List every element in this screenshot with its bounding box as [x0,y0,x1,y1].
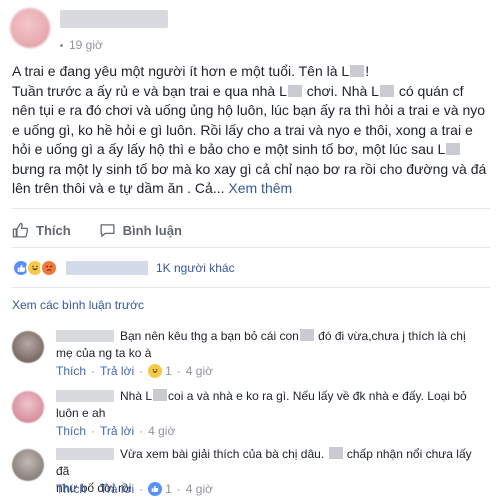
reactor-names-redacted [66,261,148,275]
comment-time[interactable]: 4 giờ [186,482,213,496]
redacted-name [299,329,314,341]
divider-bottom [12,287,490,288]
view-previous-comments-link[interactable]: Xem các bình luận trước [12,298,144,312]
post-line-6: bưng ra một ly sinh tố bơ mà ko xay gì c… [12,160,487,177]
post-line-7: lên trên thôi và e tự dầm ăn . Cả... Xem… [12,180,293,196]
comment-like-button[interactable]: Thích [56,482,86,496]
post-actions: Thích Bình luận [12,216,210,244]
author-name-redacted[interactable] [60,10,168,28]
comment-like-button[interactable]: Thích [56,424,86,438]
redacted-name [287,84,302,97]
comment-reply-button[interactable]: Trả lời [100,482,134,496]
comment-meta: Thích · Trả lời · 4 giờ [56,424,176,438]
like-reaction-icon [148,482,163,496]
post-time-text: 19 giờ [69,38,103,52]
comment-button[interactable]: Bình luận [99,222,182,239]
author-avatar[interactable] [10,8,50,48]
post-time[interactable]: 19 giờ [60,38,103,52]
reactions-summary[interactable]: 1K người khác [12,257,235,279]
like-button[interactable]: Thích [12,222,71,239]
comment-text: Bạn nên kêu thg a bạn bỏ cái con đó đi v… [56,329,466,360]
like-label: Thích [36,222,71,238]
comment-reaction-count[interactable]: 1 [165,482,172,496]
post-body: A trai e đang yêu một người ít hơn e một… [12,62,490,199]
commenter-name-redacted[interactable] [56,390,114,402]
divider-top [12,208,490,209]
angry-reaction-icon [40,259,58,277]
thumbs-up-icon [12,222,29,238]
comment: Nhà Lcoi a và nhà e ko ra gì. Nếu lấy về… [12,388,490,440]
comment-time[interactable]: 4 giờ [148,424,175,438]
post-line-5: hỏi e uống gì a ấy lấy hộ thì e bảo cho … [12,140,490,160]
comment-reply-button[interactable]: Trả lời [100,424,134,438]
time-dot [60,43,63,47]
post-line-4: e uống gì, ko hề hỏi e gì luôn. Rồi lấy … [12,121,473,138]
comment-text: Nhà Lcoi a và nhà e ko ra gì. Nếu lấy về… [56,389,467,420]
commenter-avatar[interactable] [12,391,44,423]
comment: Vừa xem bài giải thích của bà chị dâu. c… [12,446,490,498]
comment-reaction-count[interactable]: 1 [165,364,172,378]
post-line-3: nên tụi e ra đó chơi và uống ủng hộ luôn… [12,102,486,118]
redacted-name [379,84,394,97]
comment-like-button[interactable]: Thích [56,364,86,378]
commenter-name-redacted[interactable] [56,330,114,342]
comment: Bạn nên kêu thg a bạn bỏ cái con đó đi v… [12,328,490,380]
haha-reaction-icon [148,364,163,378]
see-more-link[interactable]: Xem thêm [228,180,292,196]
comment-label: Bình luận [122,222,182,238]
comment-reply-button[interactable]: Trả lời [100,364,134,378]
redacted-name [328,447,343,459]
commenter-avatar[interactable] [12,331,44,363]
post-line-1: A trai e đang yêu một người ít hơn e một… [12,63,370,79]
facebook-post: 19 giờ A trai e đang yêu một người ít hơ… [0,0,500,502]
commenter-name-redacted[interactable] [56,448,114,460]
commenter-avatar[interactable] [12,449,44,481]
comment-meta: Thích · Trả lời · 1 · 4 giờ [56,482,214,496]
post-line-2: Tuần trước a ấy rủ e và bạn trai e qua n… [12,82,464,99]
comment-time[interactable]: 4 giờ [186,364,213,378]
comment-meta: Thích · Trả lời · 1 · 4 giờ [56,364,214,378]
post-header: 19 giờ [0,0,500,56]
speech-bubble-icon [100,223,115,237]
redacted-name [153,389,168,401]
divider-middle [12,247,490,248]
redacted-name [350,65,365,77]
reaction-count: 1K người khác [156,261,235,275]
redacted-name [446,143,461,155]
